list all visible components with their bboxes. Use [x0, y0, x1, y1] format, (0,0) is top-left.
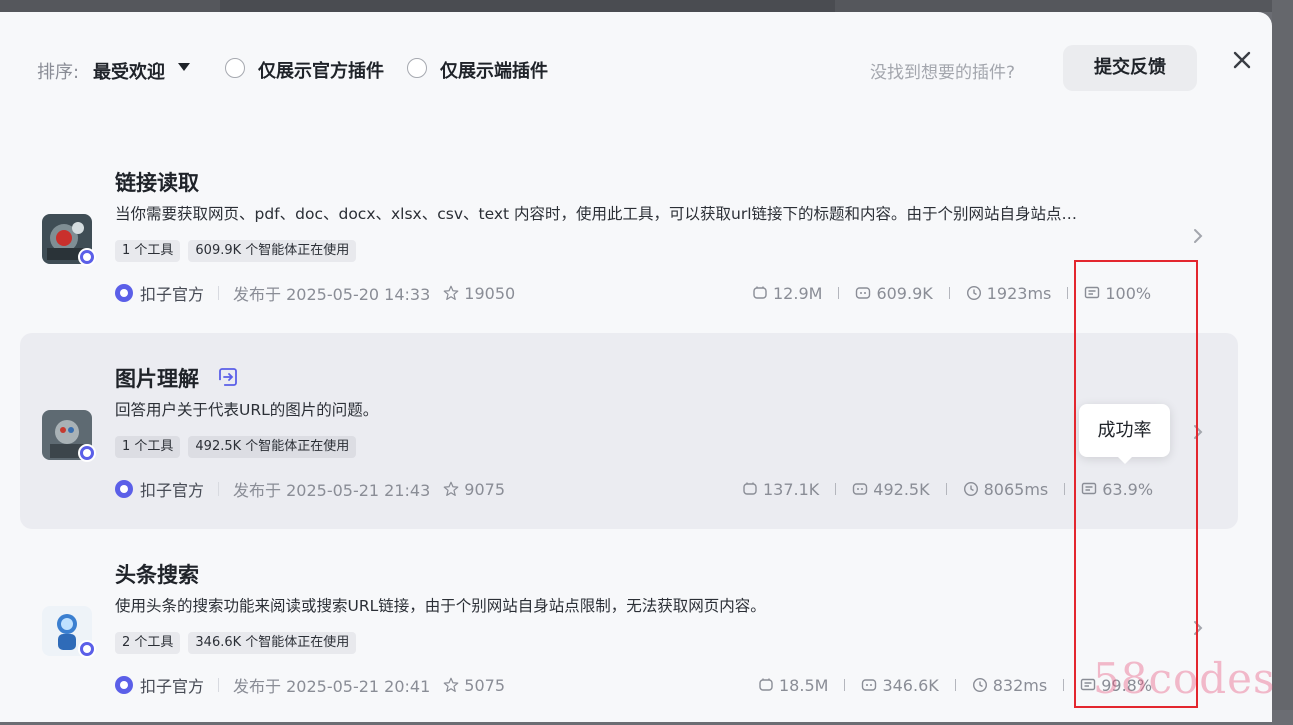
calls-stat: 137.1K [742, 480, 819, 499]
plugin-avatar [42, 606, 96, 658]
latency-value: 1923ms [986, 283, 1052, 303]
calls-stat: 12.9M [752, 284, 822, 303]
star-count: 9075 [464, 479, 506, 499]
close-icon[interactable] [1230, 48, 1254, 72]
plugin-avatar [42, 214, 96, 266]
clock-icon [963, 481, 978, 497]
backdrop-panel [220, 0, 835, 12]
publisher-logo-icon [115, 480, 133, 498]
bots-value: 346.6K [882, 675, 939, 695]
plugin-description: 当你需要获取网页、pdf、doc、docx、xlsx、csv、text 内容时，… [115, 205, 1078, 223]
not-found-hint: 没找到想要的插件? [870, 63, 1016, 83]
divider [1064, 483, 1066, 495]
divider [954, 679, 956, 691]
chevron-right-icon[interactable] [1190, 227, 1206, 245]
divider [948, 287, 950, 299]
calls-icon [743, 482, 757, 495]
star-count: 19050 [464, 283, 516, 303]
plugin-meta: 扣子官方 发布于 2025-05-20 14:33 19050 [115, 281, 516, 305]
calls-value: 18.5M [779, 675, 829, 695]
divider [844, 679, 846, 691]
bot-icon [856, 287, 871, 299]
bot-icon [853, 483, 868, 495]
divider [835, 483, 837, 495]
divider [1067, 287, 1069, 299]
divider [945, 483, 947, 495]
publish-date: 发布于 2025-05-21 20:41 [233, 677, 431, 696]
publisher-name[interactable]: 扣子官方 [140, 673, 204, 697]
calls-stat: 18.5M [758, 676, 828, 695]
plugin-avatar [42, 410, 96, 462]
plugin-description: 回答用户关于代表URL的图片的问题。 [115, 401, 379, 419]
plugin-tags: 1 个工具 609.9K 个智能体正在使用 [115, 240, 357, 262]
plugin-tags: 2 个工具 346.6K 个智能体正在使用 [115, 632, 357, 654]
bots-stat: 492.5K [852, 479, 930, 499]
official-badge-icon [78, 444, 96, 462]
bots-value: 609.9K [876, 283, 933, 303]
official-badge-icon [78, 640, 96, 658]
divider [218, 286, 220, 300]
divider [218, 482, 220, 496]
latency-stat: 832ms [972, 676, 1047, 695]
backdrop-right [1272, 0, 1293, 710]
divider [1063, 679, 1065, 691]
bot-icon [862, 679, 877, 691]
clock-icon [966, 285, 981, 301]
bots-stat: 346.6K [861, 675, 939, 695]
device-filter-radio[interactable] [407, 58, 427, 78]
usage-tag: 346.6K 个智能体正在使用 [188, 632, 357, 654]
submit-feedback-button[interactable]: 提交反馈 [1063, 45, 1197, 91]
star-icon[interactable] [442, 676, 460, 694]
star-icon[interactable] [442, 284, 460, 302]
bots-stat: 609.9K [855, 283, 933, 303]
backdrop-top [0, 0, 1293, 12]
official-filter-label[interactable]: 仅展示官方插件 [258, 57, 384, 83]
latency-value: 8065ms [983, 479, 1049, 499]
usage-tag: 492.5K 个智能体正在使用 [188, 436, 357, 458]
star-count: 5075 [464, 675, 506, 695]
publish-date: 发布于 2025-05-21 21:43 [233, 481, 431, 500]
calls-value: 137.1K [763, 479, 820, 499]
caret-down-icon[interactable] [178, 63, 190, 71]
plugin-title[interactable]: 链接读取 [115, 167, 199, 197]
annotation-highlight-box [1074, 260, 1198, 708]
publisher-name[interactable]: 扣子官方 [140, 477, 204, 501]
latency-stat: 1923ms [966, 283, 1052, 303]
device-filter-label[interactable]: 仅展示端插件 [440, 57, 548, 83]
latency-stat: 8065ms [963, 479, 1049, 499]
publisher-logo-icon [115, 284, 133, 302]
publish-date: 发布于 2025-05-20 14:33 [233, 285, 431, 304]
sort-label: 排序: [37, 62, 80, 83]
divider [838, 287, 840, 299]
tool-count-tag: 2 个工具 [115, 632, 181, 654]
toolbar: 排序: 最受欢迎 仅展示官方插件 仅展示端插件 没找到想要的插件? 提交反馈 [0, 12, 1272, 102]
plugin-meta: 扣子官方 发布于 2025-05-21 20:41 5075 [115, 673, 506, 697]
clock-icon [972, 677, 987, 693]
divider [218, 678, 220, 692]
calls-icon [753, 286, 767, 299]
plugin-card[interactable]: 链接读取 当你需要获取网页、pdf、doc、docx、xlsx、csv、text… [20, 137, 1238, 333]
plugin-card[interactable]: 图片理解 回答用户关于代表URL的图片的问题。 1 个工具 492.5K 个智能… [20, 333, 1238, 529]
plugin-title[interactable]: 图片理解 [115, 363, 199, 393]
publisher-name[interactable]: 扣子官方 [140, 281, 204, 305]
official-badge-icon [78, 248, 96, 266]
usage-tag: 609.9K 个智能体正在使用 [188, 240, 357, 262]
sort-dropdown[interactable]: 最受欢迎 [93, 58, 165, 84]
tool-count-tag: 1 个工具 [115, 436, 181, 458]
latency-value: 832ms [992, 675, 1048, 695]
plugin-card[interactable]: 头条搜索 使用头条的搜索功能来阅读或搜索URL链接，由于个别网站自身站点限制，无… [20, 529, 1238, 725]
plugin-meta: 扣子官方 发布于 2025-05-21 21:43 9075 [115, 477, 506, 501]
plugin-title[interactable]: 头条搜索 [115, 559, 199, 589]
open-detail-icon[interactable] [218, 367, 238, 387]
official-filter-radio[interactable] [225, 58, 245, 78]
plugin-tags: 1 个工具 492.5K 个智能体正在使用 [115, 436, 357, 458]
publisher-logo-icon [115, 676, 133, 694]
calls-icon [759, 678, 773, 691]
calls-value: 12.9M [773, 283, 823, 303]
tool-count-tag: 1 个工具 [115, 240, 181, 262]
plugin-description: 使用头条的搜索功能来阅读或搜索URL链接，由于个别网站自身站点限制，无法获取网页… [115, 597, 766, 615]
bots-value: 492.5K [873, 479, 930, 499]
watermark: 58codes [1093, 654, 1276, 703]
star-icon[interactable] [442, 480, 460, 498]
